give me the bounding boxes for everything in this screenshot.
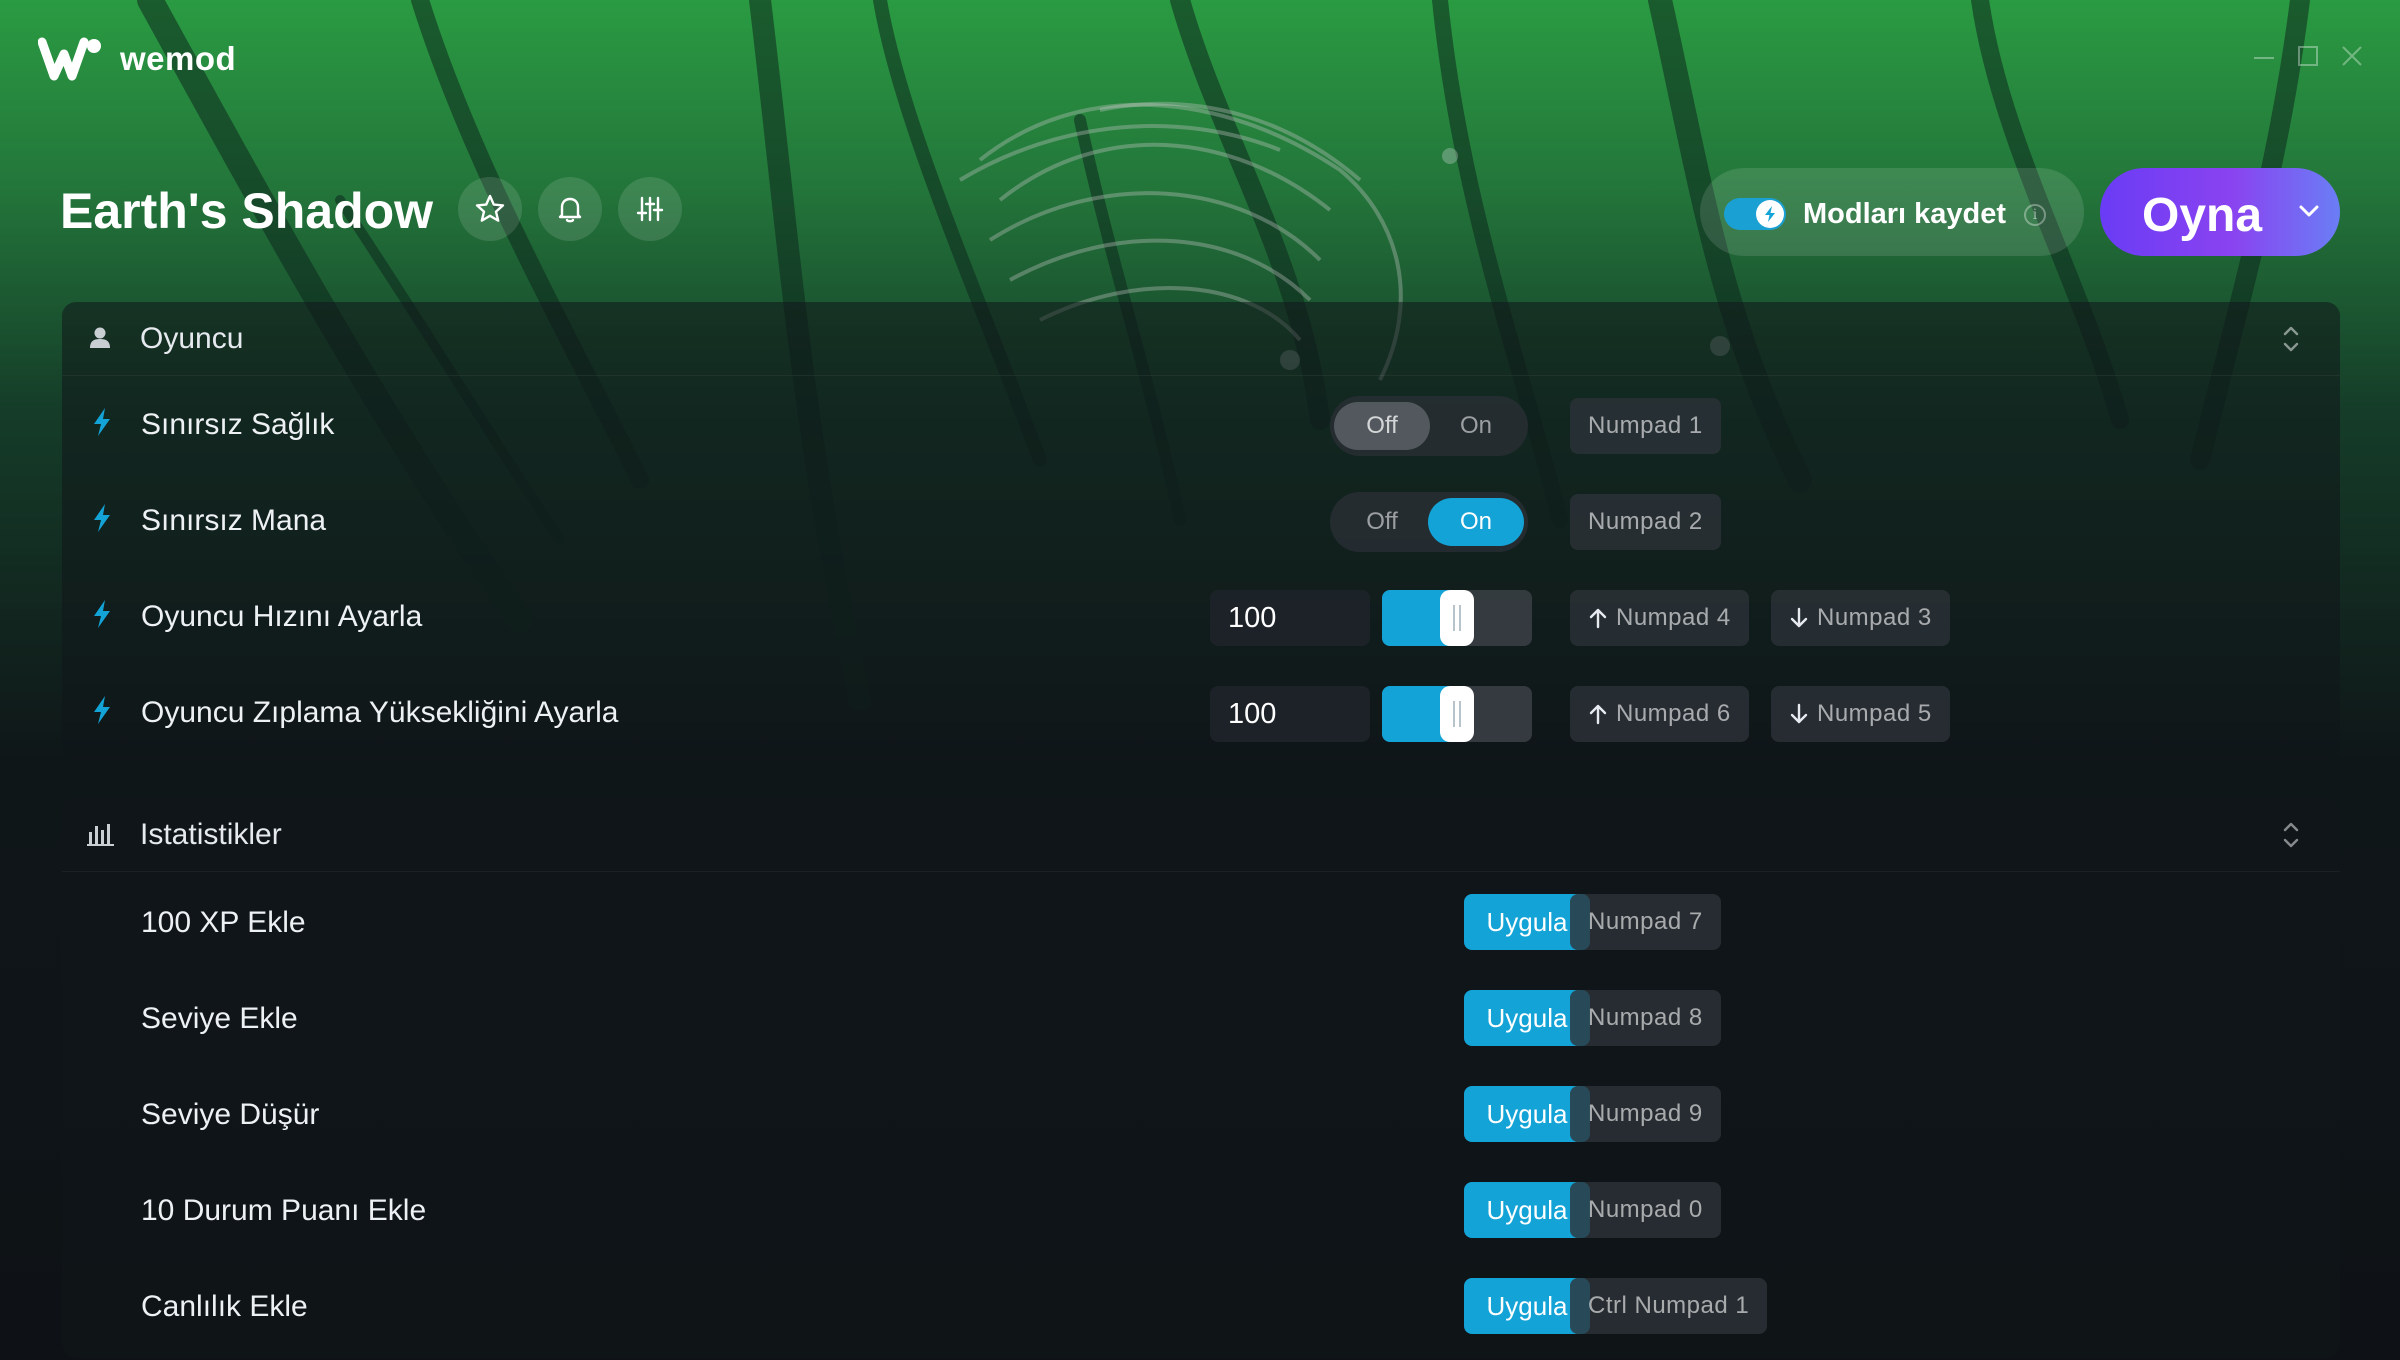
mod-toggle[interactable]: Off On [1330, 492, 1528, 552]
mod-row: 10 Durum Puanı Ekle Uygula Numpad 0 [62, 1164, 2340, 1260]
game-title: Earth's Shadow [60, 183, 434, 239]
mod-label: Sınırsız Sağlık [141, 408, 335, 441]
bell-icon [558, 197, 582, 223]
mod-row: Seviye Ekle Uygula Numpad 8 [62, 972, 2340, 1068]
hotkey-badge[interactable]: Numpad 9 [1570, 1086, 1721, 1142]
hotkey-label: Numpad 7 [1588, 908, 1703, 935]
save-mods-label: Modları kaydet [1803, 198, 2007, 230]
section-title: Oyuncu [140, 322, 244, 355]
mod-label: 10 Durum Puanı Ekle [141, 1194, 427, 1227]
toggle-off-option[interactable]: Off [1334, 498, 1430, 546]
notifications-button[interactable] [538, 177, 602, 241]
value-input[interactable]: 100 [1210, 590, 1370, 646]
title-bar: wemod [0, 0, 2400, 120]
hotkey-label: Numpad 6 [1616, 700, 1731, 727]
arrow-up-icon [1589, 704, 1607, 725]
mod-row: Sınırsız Mana Off On Numpad 2 [62, 474, 2340, 570]
hotkey-increase-badge[interactable]: Numpad 6 [1570, 686, 1749, 742]
collapse-icon[interactable] [2280, 324, 2302, 354]
hotkey-label: Numpad 3 [1817, 604, 1932, 631]
lightning-icon [94, 504, 110, 532]
hotkey-badge[interactable]: Numpad 2 [1570, 494, 1721, 550]
mod-row: Oyuncu Hızını Ayarla 100 Numpad 4 Numpad… [62, 570, 2340, 666]
hotkey-label: Ctrl Numpad 1 [1588, 1292, 1750, 1319]
hotkey-label: Numpad 8 [1588, 1004, 1703, 1031]
hotkey-badge[interactable]: Numpad 1 [1570, 398, 1721, 454]
mod-label: Oyuncu Zıplama Yüksekliğini Ayarla [141, 696, 619, 729]
arrow-down-icon [1790, 607, 1808, 628]
lightning-icon [94, 408, 110, 436]
mod-row: 100 XP Ekle Uygula Numpad 7 [62, 876, 2340, 972]
value-input[interactable]: 100 [1210, 686, 1370, 742]
lightning-icon [1765, 206, 1775, 222]
section-header[interactable]: Istatistikler [62, 798, 2340, 872]
info-icon[interactable]: i [2024, 204, 2046, 226]
mod-toggle[interactable]: Off On [1330, 396, 1528, 456]
game-header: Earth's Shadow Modları kaydet i Oyna [0, 160, 2400, 270]
section-oyuncu: Oyuncu Sınırsız Sağlık Off On Numpad 1 S… [62, 302, 2340, 760]
lightning-icon [94, 600, 110, 628]
user-icon [90, 327, 110, 348]
star-icon [475, 194, 505, 222]
toggle-off-option[interactable]: Off [1334, 402, 1430, 450]
arrow-down-icon [1790, 703, 1808, 724]
game-settings-button[interactable] [618, 177, 682, 241]
mod-row: Seviye Düşür Uygula Numpad 9 [62, 1068, 2340, 1164]
hotkey-label: Numpad 9 [1588, 1100, 1703, 1127]
hotkey-label: Numpad 5 [1817, 700, 1932, 727]
value-slider[interactable] [1382, 590, 1532, 646]
close-icon[interactable] [2338, 42, 2366, 70]
value-slider[interactable] [1382, 686, 1532, 742]
lightning-icon [94, 696, 110, 724]
slider-thumb[interactable] [1440, 590, 1474, 646]
mod-label: Oyuncu Hızını Ayarla [141, 600, 423, 633]
slider-thumb[interactable] [1440, 686, 1474, 742]
favorite-button[interactable] [458, 177, 522, 241]
wemod-logo-icon [38, 37, 101, 81]
save-mods-control[interactable]: Modları kaydet i [1700, 168, 2084, 256]
sliders-icon [636, 196, 664, 222]
toggle-on-option[interactable]: On [1428, 498, 1524, 546]
collapse-icon[interactable] [2280, 820, 2302, 850]
mod-row: Oyuncu Zıplama Yüksekliğini Ayarla 100 N… [62, 666, 2340, 762]
mod-label: Seviye Ekle [141, 1002, 298, 1035]
hotkey-increase-badge[interactable]: Numpad 4 [1570, 590, 1749, 646]
hotkey-label: Numpad 2 [1588, 508, 1703, 535]
mod-label: Canlılık Ekle [141, 1290, 308, 1323]
mod-row: Sınırsız Sağlık Off On Numpad 1 [62, 378, 2340, 474]
mod-label: 100 XP Ekle [141, 906, 306, 939]
hotkey-badge[interactable]: Numpad 8 [1570, 990, 1721, 1046]
section-header[interactable]: Oyuncu [62, 302, 2340, 376]
mod-row: Canlılık Ekle Uygula Ctrl Numpad 1 [62, 1260, 2340, 1356]
section-title: Istatistikler [140, 818, 282, 851]
arrow-up-icon [1589, 608, 1607, 629]
hotkey-badge[interactable]: Numpad 7 [1570, 894, 1721, 950]
hotkey-badge[interactable]: Ctrl Numpad 1 [1570, 1278, 1768, 1334]
hotkey-label: Numpad 1 [1588, 412, 1703, 439]
hotkey-decrease-badge[interactable]: Numpad 5 [1771, 686, 1950, 742]
hotkey-label: Numpad 0 [1588, 1196, 1703, 1223]
play-button[interactable]: Oyna [2100, 168, 2340, 256]
mod-label: Seviye Düşür [141, 1098, 320, 1131]
section-istatistikler: Istatistikler 100 XP Ekle Uygula Numpad … [62, 798, 2340, 1358]
hotkey-decrease-badge[interactable]: Numpad 3 [1771, 590, 1950, 646]
toggle-on-option[interactable]: On [1428, 402, 1524, 450]
save-mods-toggle[interactable] [1724, 198, 1786, 230]
minimize-icon[interactable] [2250, 42, 2278, 70]
hotkey-label: Numpad 4 [1616, 604, 1731, 631]
mod-label: Sınırsız Mana [141, 504, 327, 537]
maximize-icon[interactable] [2294, 42, 2322, 70]
bar-chart-icon [87, 824, 114, 846]
chevron-down-icon[interactable] [2298, 202, 2320, 220]
hotkey-badge[interactable]: Numpad 0 [1570, 1182, 1721, 1238]
brand-name: wemod [120, 40, 237, 77]
save-mods-toggle-knob [1756, 200, 1784, 228]
play-button-label: Oyna [2142, 189, 2263, 242]
